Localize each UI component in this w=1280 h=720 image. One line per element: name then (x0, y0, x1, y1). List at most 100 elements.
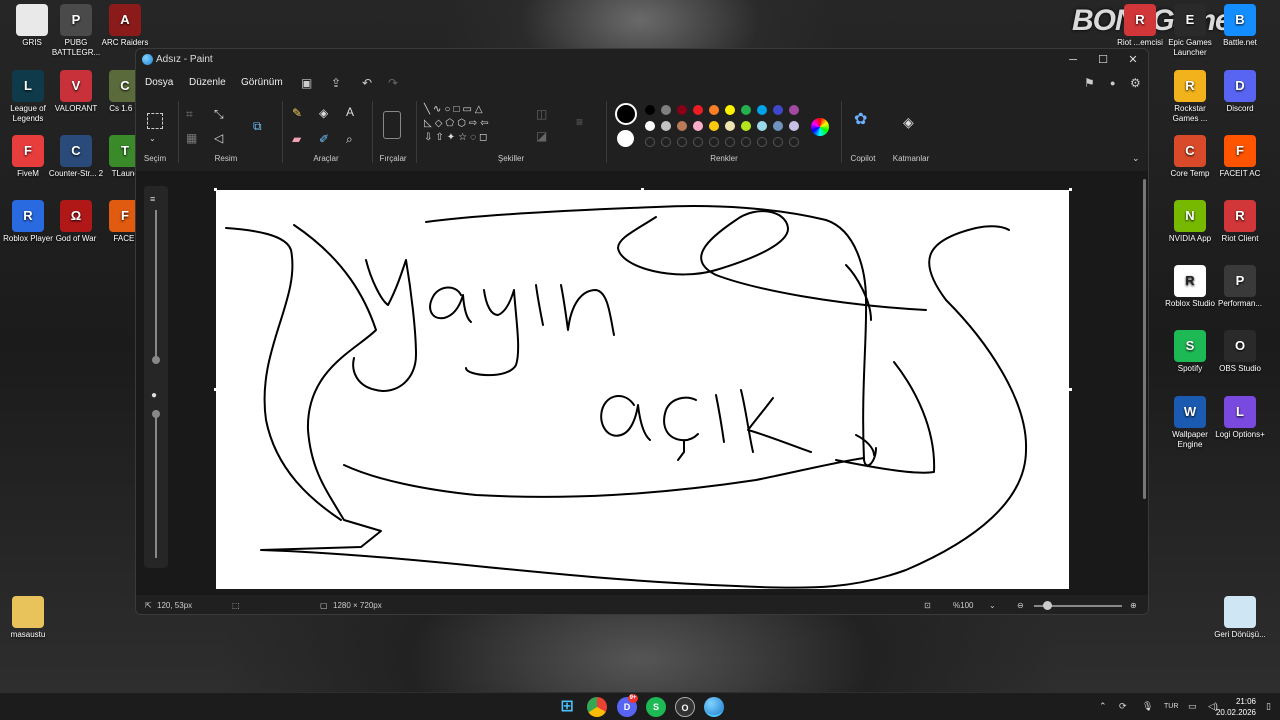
desktop-icon[interactable]: R Riot Client (1212, 200, 1268, 244)
custom-color-slot[interactable] (709, 137, 719, 147)
edit-colors-icon[interactable] (811, 118, 829, 136)
settings-gear-icon[interactable]: ⚙ (1130, 76, 1141, 90)
color-swatch[interactable] (789, 105, 799, 115)
desktop-icon[interactable]: L Logi Options+ (1212, 396, 1268, 440)
paint-taskbar-icon[interactable] (704, 697, 724, 717)
desktop-icon[interactable]: C Core Temp (1162, 135, 1218, 179)
menu-view[interactable]: Görünüm (241, 77, 283, 88)
color-swatch[interactable] (741, 105, 751, 115)
group-label-copilot[interactable]: Copilot (844, 154, 882, 163)
eraser-icon[interactable]: ▰ (292, 132, 301, 146)
size-slider-track[interactable] (155, 210, 157, 358)
save-icon[interactable]: ▣ (301, 76, 312, 90)
color-swatch[interactable] (661, 105, 671, 115)
size-slider-knob[interactable] (152, 356, 160, 364)
fill-icon[interactable]: ◪ (536, 129, 547, 143)
magnifier-icon[interactable]: ⌕ (346, 132, 353, 146)
color-swatch[interactable] (661, 121, 671, 131)
color-swatch[interactable] (773, 105, 783, 115)
fill-bucket-icon[interactable]: ◈ (319, 106, 328, 120)
brushes-icon[interactable] (383, 111, 401, 139)
minimize-button[interactable]: ─ (1058, 51, 1088, 69)
desktop-icon[interactable]: Ω God of War (48, 200, 104, 244)
obs-taskbar-icon[interactable]: O (675, 697, 695, 717)
desktop-icon[interactable]: C Counter-Str... 2 (48, 135, 104, 179)
desktop-icon[interactable]: R Riot ...emcisi (1112, 4, 1168, 48)
desktop-icon[interactable]: Geri Dönüşü... (1212, 596, 1268, 640)
custom-color-slot[interactable] (757, 137, 767, 147)
desktop-icon[interactable]: R Rockstar Games ... (1162, 70, 1218, 124)
color-swatch[interactable] (725, 105, 735, 115)
desktop-icon[interactable]: N NVIDIA App (1162, 200, 1218, 244)
shapes-row-2[interactable]: ◺◇⬠⬡⇨⇦ (424, 117, 528, 131)
custom-color-slot[interactable] (741, 137, 751, 147)
zoom-level[interactable]: %100 (953, 601, 973, 610)
desktop-icon[interactable]: V VALORANT (48, 70, 104, 114)
network-icon[interactable]: ▭ (1188, 701, 1197, 712)
language-indicator[interactable]: TUR (1164, 703, 1178, 710)
custom-color-slot[interactable] (661, 137, 671, 147)
feedback-icon[interactable]: ⚑ (1084, 76, 1095, 90)
zoom-in-icon[interactable]: ⊕ (1130, 601, 1137, 610)
resize-handle[interactable] (214, 388, 217, 391)
vertical-scrollbar[interactable] (1143, 179, 1146, 499)
resize-handle[interactable] (641, 188, 644, 191)
resize-handle[interactable] (1069, 188, 1072, 191)
desktop-icon[interactable]: O OBS Studio (1212, 330, 1268, 374)
color-swatch[interactable] (789, 121, 799, 131)
custom-color-slot[interactable] (693, 137, 703, 147)
remove-background-icon[interactable]: ▦ (186, 131, 197, 145)
opacity-slider-track[interactable] (155, 410, 157, 558)
close-button[interactable]: ✕ (1118, 51, 1148, 69)
outline-icon[interactable]: ◫ (536, 107, 547, 121)
color-swatch[interactable] (677, 121, 687, 131)
color-picker-icon[interactable]: ✐ (319, 132, 329, 146)
custom-color-slot[interactable] (645, 137, 655, 147)
rotate-icon[interactable]: ◁ (214, 131, 223, 145)
color-swatch[interactable] (693, 121, 703, 131)
layers-icon[interactable]: ◈ (903, 115, 914, 129)
primary-color[interactable] (615, 103, 637, 125)
desktop-icon[interactable]: masaustu (0, 596, 56, 640)
color-swatch[interactable] (757, 105, 767, 115)
microphone-icon[interactable]: 🎙︎ (1142, 701, 1153, 712)
maximize-button[interactable]: ☐ (1088, 51, 1118, 69)
color-swatch[interactable] (773, 121, 783, 131)
spotify-taskbar-icon[interactable]: S (646, 697, 666, 717)
color-swatch[interactable] (741, 121, 751, 131)
desktop-icon[interactable]: A ARC Raiders (97, 4, 153, 48)
desktop-icon[interactable]: P PUBG BATTLEGR... (48, 4, 104, 58)
crop-icon[interactable]: ⌗ (186, 107, 193, 121)
custom-color-slot[interactable] (725, 137, 735, 147)
color-swatch[interactable] (645, 121, 655, 131)
desktop-icon[interactable]: E Epic Games Launcher (1162, 4, 1218, 58)
color-swatch[interactable] (709, 121, 719, 131)
text-icon[interactable]: A (346, 105, 354, 119)
shape-size-icon[interactable]: ≡ (576, 115, 583, 129)
color-swatch[interactable] (757, 121, 767, 131)
fit-to-window-icon[interactable]: ⊡ (924, 601, 931, 610)
zoom-out-icon[interactable]: ⊖ (1017, 601, 1024, 610)
notifications-icon[interactable]: ▯ (1266, 701, 1271, 712)
custom-color-slot[interactable] (677, 137, 687, 147)
clock[interactable]: 21:06 20.02.2026 (1216, 696, 1256, 718)
redo-icon[interactable]: ↷ (388, 76, 398, 90)
tray-overflow-icon[interactable]: ⌃ (1099, 701, 1107, 712)
resize-icon[interactable]: ⤡ (214, 107, 224, 121)
color-swatch[interactable] (725, 121, 735, 131)
custom-color-slot[interactable] (773, 137, 783, 147)
zoom-slider-knob[interactable] (1043, 601, 1052, 610)
opacity-slider-knob[interactable] (152, 410, 160, 418)
desktop-icon[interactable]: P Performan... (1212, 265, 1268, 309)
ribbon-collapse-icon[interactable]: ⌄ (1132, 151, 1140, 165)
chrome-icon[interactable] (587, 697, 607, 717)
chevron-down-icon[interactable]: ⌄ (149, 132, 156, 146)
account-icon[interactable]: ● (1110, 78, 1115, 88)
start-button-icon[interactable]: ⊞ (557, 697, 577, 717)
desktop-icon[interactable]: R Roblox Studio (1162, 265, 1218, 309)
zoom-dropdown-icon[interactable]: ⌄ (989, 601, 996, 610)
selection-icon[interactable] (147, 113, 163, 129)
desktop-icon[interactable]: B Battle.net (1212, 4, 1268, 48)
shapes-row-3[interactable]: ⇩⇧✦☆◌◻ (424, 131, 528, 145)
copilot-icon[interactable]: ✿ (854, 112, 867, 128)
